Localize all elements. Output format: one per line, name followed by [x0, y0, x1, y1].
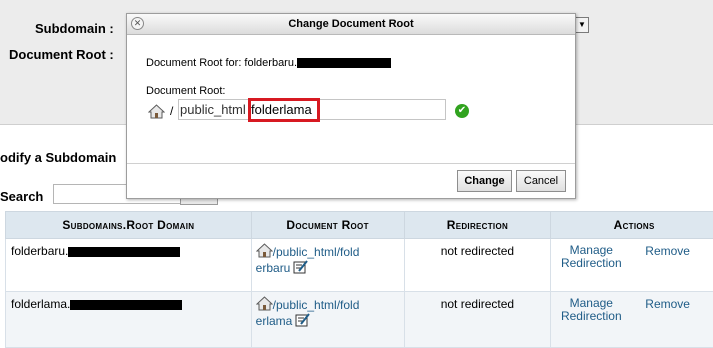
- subdomain-label: Subdomain :: [35, 21, 114, 36]
- home-icon: [256, 296, 273, 311]
- dialog-title: Change Document Root: [127, 18, 575, 30]
- redirection-cell: not redirected: [404, 239, 551, 292]
- modify-subdomain-heading: odify a Subdomain: [0, 150, 116, 165]
- search-label: Search: [0, 189, 43, 204]
- dialog-titlebar[interactable]: ✕ Change Document Root: [127, 14, 575, 35]
- manage-redirection-link[interactable]: ManageRedirection: [559, 244, 623, 270]
- actions-cell: ManageRedirection Remove: [551, 239, 713, 292]
- domain-name: folderlama.: [11, 297, 70, 311]
- domain-cell: folderlama.: [6, 292, 252, 348]
- document-root-link[interactable]: /public_html/fold: [273, 245, 360, 259]
- document-root-link-cont[interactable]: erlama: [256, 314, 293, 328]
- column-header-actions: Actions: [551, 212, 713, 239]
- remove-link[interactable]: Remove: [645, 297, 690, 311]
- chevron-down-icon: ▼: [578, 20, 586, 29]
- column-header-document-root[interactable]: Document Root: [251, 212, 404, 239]
- table-row: folderbaru. /public_html/fold erbaru not…: [6, 239, 713, 292]
- change-document-root-dialog: ✕ Change Document Root Document Root for…: [126, 13, 576, 199]
- redaction-bar: [70, 300, 182, 310]
- table-row: folderlama. /public_html/fold erlama not…: [6, 292, 713, 348]
- document-root-label: Document Root :: [9, 47, 114, 62]
- domain-cell: folderbaru.: [6, 239, 252, 292]
- checkmark-icon: ✔: [455, 104, 469, 118]
- redaction-bar: [297, 58, 391, 68]
- subdomain-table: Subdomains.Root Domain Document Root Red…: [5, 211, 713, 348]
- domain-select-dropdown[interactable]: ▼: [575, 17, 589, 33]
- path-value-text: folderlama: [251, 102, 312, 117]
- actions-cell: ManageRedirection Remove: [551, 292, 713, 348]
- edit-icon[interactable]: [293, 260, 308, 274]
- path-prefix-text: public_html: [180, 102, 246, 117]
- remove-link[interactable]: Remove: [645, 244, 690, 258]
- table-header-row: Subdomains.Root Domain Document Root Red…: [6, 212, 713, 239]
- document-root-for-text: Document Root for: folderbaru.: [146, 57, 391, 69]
- column-header-redirection[interactable]: Redirection: [404, 212, 551, 239]
- document-root-link[interactable]: /public_html/fold: [273, 298, 360, 312]
- home-icon: [148, 104, 165, 119]
- redaction-bar: [68, 247, 180, 257]
- manage-redirection-link[interactable]: ManageRedirection: [559, 297, 623, 323]
- redirection-cell: not redirected: [404, 292, 551, 348]
- domain-name: folderbaru.: [11, 244, 68, 258]
- home-icon: [256, 243, 273, 258]
- cancel-button[interactable]: Cancel: [516, 170, 566, 192]
- dialog-divider: [127, 163, 575, 164]
- document-root-cell: /public_html/fold erbaru: [251, 239, 404, 292]
- edit-icon[interactable]: [295, 313, 310, 327]
- change-button[interactable]: Change: [457, 170, 512, 192]
- document-root-link-cont[interactable]: erbaru: [256, 261, 291, 275]
- column-header-domain[interactable]: Subdomains.Root Domain: [6, 212, 252, 239]
- document-root-cell: /public_html/fold erlama: [251, 292, 404, 348]
- document-root-field-label: Document Root:: [146, 85, 225, 97]
- path-separator: /: [170, 104, 173, 118]
